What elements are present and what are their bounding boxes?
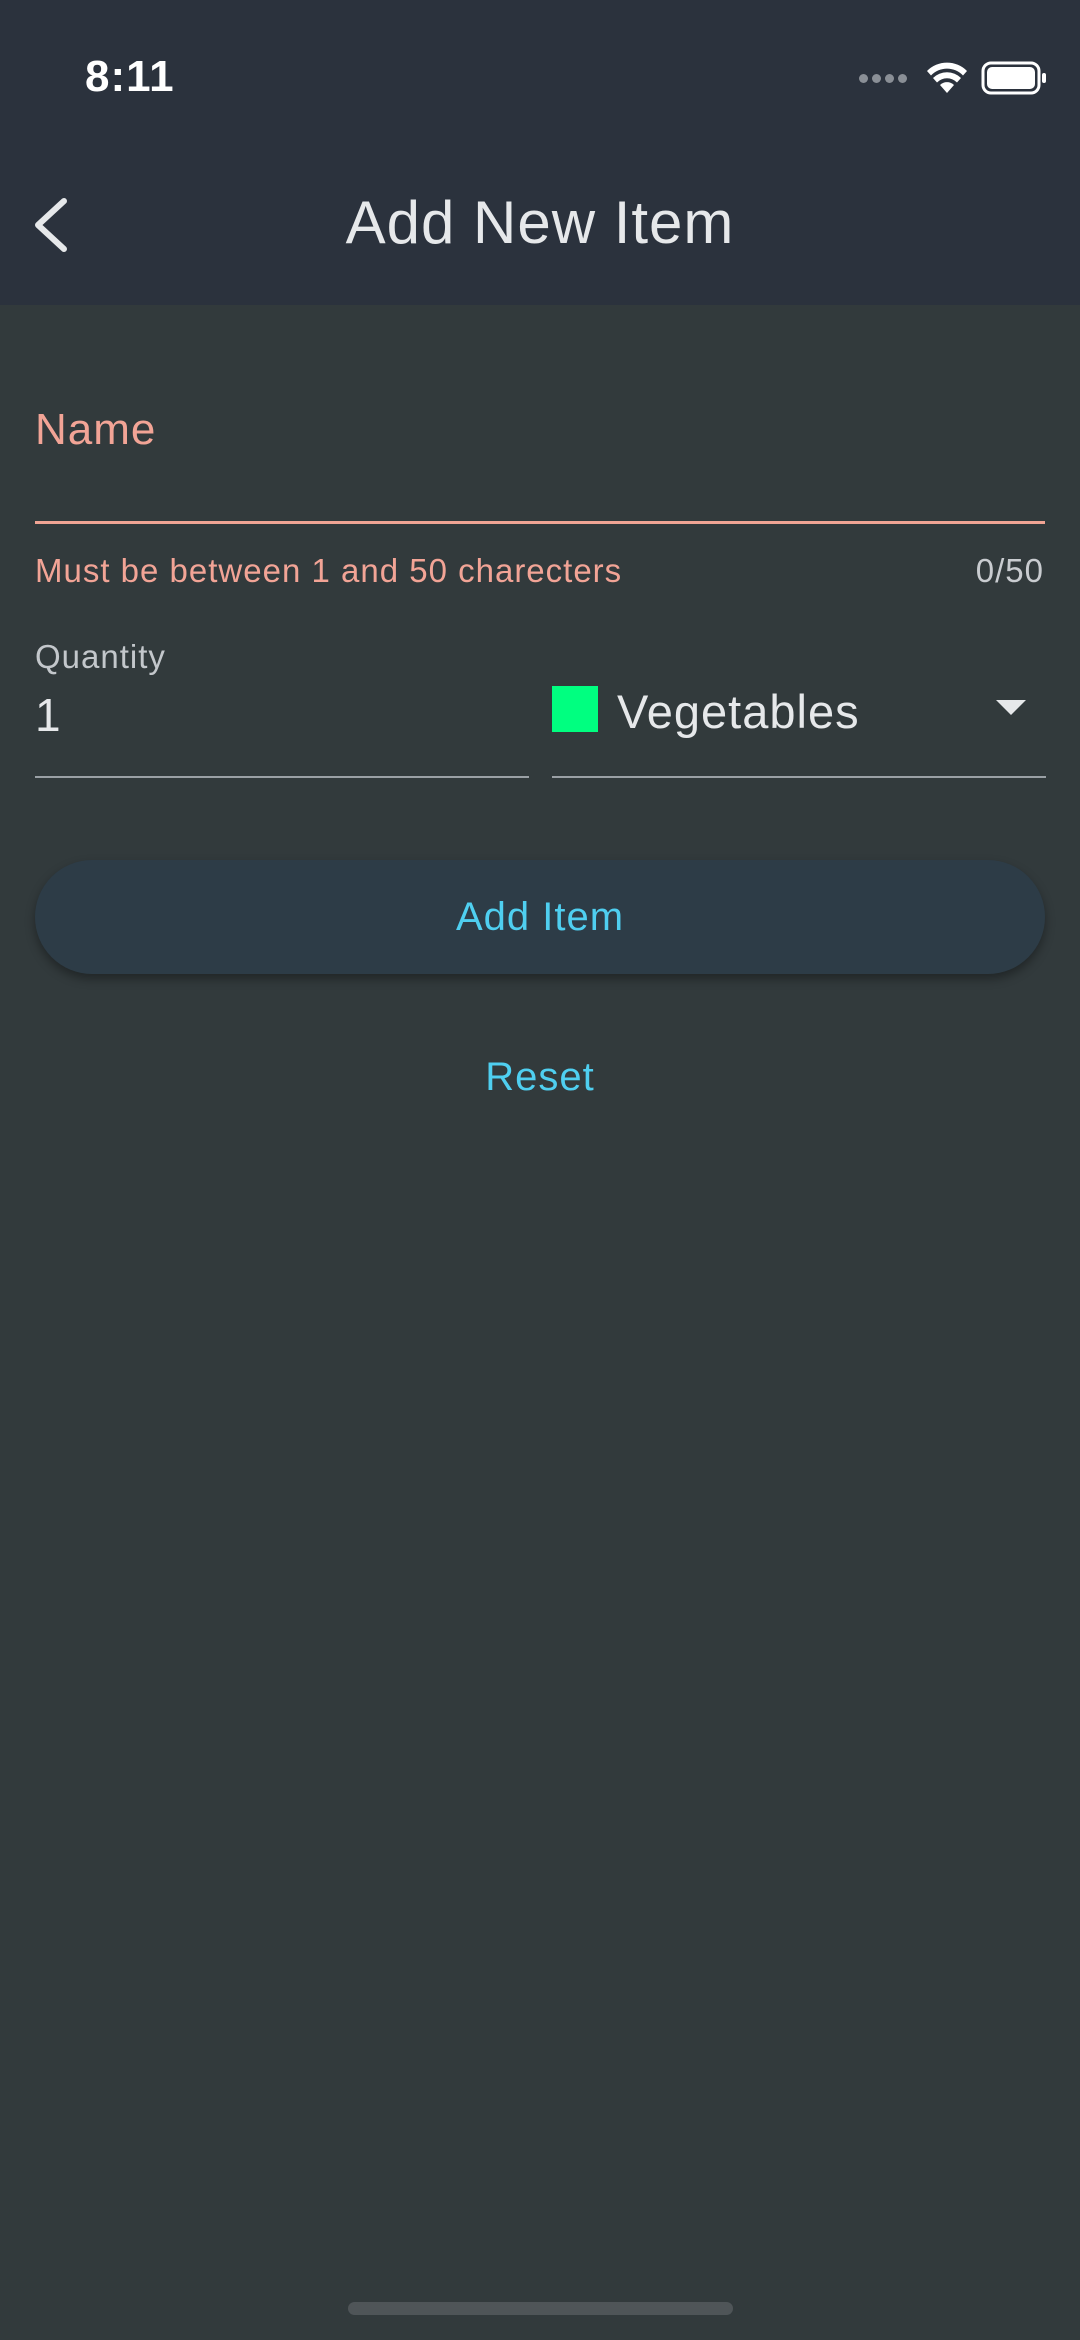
name-character-counter: 0/50	[975, 552, 1044, 589]
reset-button[interactable]: Reset	[440, 1040, 640, 1114]
quantity-field-label: Quantity	[35, 638, 166, 675]
category-dropdown[interactable]	[552, 660, 1046, 778]
battery-icon	[981, 61, 1046, 95]
status-icons	[859, 58, 1047, 98]
quantity-field-underline	[35, 776, 529, 778]
wifi-icon	[927, 62, 967, 93]
page-title: Add New Item	[345, 189, 735, 256]
cellular-signal-icon	[859, 73, 907, 83]
name-error-message: Must be between 1 and 50 charecters	[35, 552, 623, 589]
status-time: 8:11	[85, 52, 175, 101]
name-field-underline	[35, 521, 1045, 524]
name-field-label: Name	[35, 405, 157, 454]
name-field[interactable]	[35, 455, 1045, 515]
add-item-button[interactable]: Add Item	[35, 860, 1045, 974]
home-indicator[interactable]	[348, 2302, 733, 2315]
app-bar: 8:11 Add New Item	[0, 0, 1080, 305]
quantity-field[interactable]: 1	[35, 688, 61, 742]
